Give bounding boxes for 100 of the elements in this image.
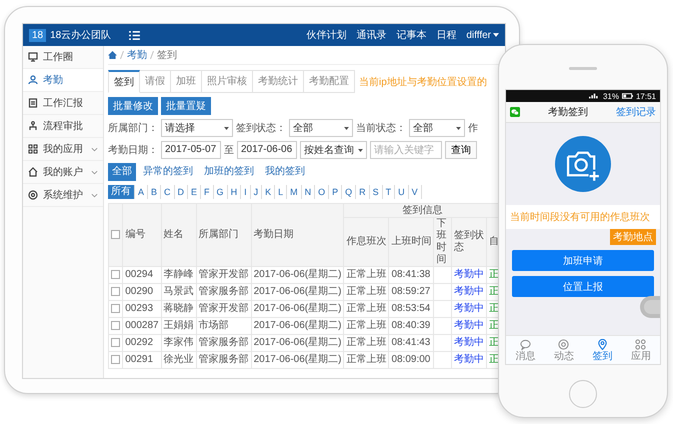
action-button[interactable]: 位置上报 — [512, 276, 654, 297]
caret-icon — [358, 148, 363, 152]
table-cell: 正 — [489, 354, 499, 365]
table-cell: 08:41:43 — [391, 337, 430, 348]
sidebar-item[interactable]: 流程审批 — [23, 115, 103, 138]
action-button[interactable]: 加班申请 — [512, 250, 654, 271]
checkbox[interactable] — [111, 286, 120, 296]
filter-tab[interactable]: 异常的签到 — [139, 163, 197, 181]
letter-filter[interactable]: I — [241, 185, 251, 199]
checkbox[interactable] — [111, 338, 120, 347]
tab-bar-item[interactable]: 消息 — [506, 336, 544, 364]
table-cell: 2017-06-06(星期二) — [254, 286, 342, 297]
breadcrumb-separator-icon — [120, 51, 124, 59]
tab[interactable]: 签到 — [108, 70, 140, 93]
tab-bar-item[interactable]: 应用 — [622, 336, 660, 364]
table-cell: 李静峰 — [164, 269, 194, 280]
checkbox[interactable] — [111, 354, 120, 364]
tab[interactable]: 考勤配置 — [304, 70, 355, 93]
filter-select[interactable]: 请选择 — [161, 119, 233, 137]
letter-filter[interactable]: P — [329, 185, 342, 199]
nav-link[interactable]: 记事本 — [396, 28, 426, 42]
letter-filter[interactable]: O — [315, 185, 330, 199]
column-header: 所属部门 — [198, 229, 239, 240]
letter-filter[interactable]: F — [201, 185, 214, 199]
sidebar-item[interactable]: 考勤 — [23, 69, 103, 92]
home-icon — [28, 167, 38, 177]
chat-app-icon — [510, 107, 520, 117]
checkbox[interactable] — [111, 270, 120, 279]
nav-link[interactable]: 通讯录 — [356, 28, 386, 42]
menu-icon[interactable] — [129, 30, 140, 40]
batch-button[interactable]: 批量置疑 — [161, 97, 211, 115]
letter-filter[interactable]: L — [275, 185, 288, 199]
letter-filter[interactable]: R — [356, 185, 370, 199]
letter-filter[interactable]: D — [174, 185, 188, 199]
letter-filter[interactable]: Q — [342, 185, 356, 199]
batch-button[interactable]: 批量修改 — [108, 97, 158, 115]
records-link[interactable]: 签到记录 — [616, 105, 656, 119]
search-mode-select[interactable]: 按姓名查询 — [300, 141, 367, 159]
letter-filter[interactable]: U — [395, 185, 409, 199]
tab-bar-item[interactable]: 签到 — [583, 336, 622, 364]
camera-add-icon[interactable] — [555, 136, 611, 192]
column-header: 下班时间 — [436, 218, 446, 265]
sidebar-item[interactable]: 系统维护 — [23, 184, 103, 207]
sidebar-item[interactable]: 工作汇报 — [23, 92, 103, 115]
letter-filter[interactable]: S — [370, 185, 383, 199]
date-field[interactable]: 2017-06-06 — [237, 141, 297, 159]
filter-tab[interactable]: 全部 — [108, 163, 136, 181]
user-menu[interactable]: difffer — [466, 30, 499, 40]
filter-label: 当前状态： — [356, 122, 406, 135]
filter-tab[interactable]: 我的签到 — [261, 163, 309, 181]
home-icon[interactable] — [108, 51, 117, 59]
assistive-touch-icon[interactable] — [640, 296, 660, 318]
letter-filter[interactable]: K — [262, 185, 276, 199]
checkbox[interactable] — [111, 304, 120, 313]
sidebar-item[interactable]: 我的账户 — [23, 161, 103, 184]
letter-filter[interactable]: H — [228, 185, 242, 199]
status-text: 考勤中 — [454, 286, 484, 297]
letter-filter[interactable]: G — [214, 185, 228, 199]
column-header: 上班时间 — [391, 236, 432, 247]
table-cell: 管家开发部 — [198, 269, 249, 280]
checkbox[interactable] — [111, 230, 120, 239]
column-header: 自 — [489, 236, 499, 247]
tab[interactable]: 考勤统计 — [253, 70, 304, 93]
chat-icon — [520, 338, 531, 350]
tab[interactable]: 照片审核 — [202, 70, 253, 93]
keyword-field[interactable]: 请输入关键字 — [370, 141, 442, 159]
filter-label: 签到状态： — [236, 122, 286, 135]
filter-select[interactable]: 全部 — [289, 119, 353, 137]
letter-filter[interactable]: C — [161, 185, 175, 199]
letter-filter[interactable]: V — [408, 185, 422, 199]
letter-filter[interactable]: 所有 — [108, 185, 135, 199]
letter-filter[interactable]: J — [250, 185, 262, 199]
table-cell: 正常上班 — [346, 269, 386, 280]
filter-label: 所属部门： — [108, 122, 158, 135]
table-cell: 徐光业 — [164, 354, 194, 365]
checkbox[interactable] — [111, 320, 120, 330]
table-cell: 08:40:39 — [391, 320, 430, 331]
breadcrumb-item[interactable]: 考勤 — [127, 48, 147, 62]
letter-filter[interactable]: T — [382, 185, 396, 199]
home-button[interactable] — [569, 380, 597, 408]
sidebar-item[interactable]: 我的应用 — [23, 138, 103, 161]
tab[interactable]: 请假 — [140, 70, 171, 93]
search-button[interactable]: 查询 — [445, 141, 477, 159]
filter-label: 作 — [468, 122, 478, 135]
table-cell: 08:59:27 — [391, 286, 430, 297]
tab-bar-item[interactable]: 动态 — [544, 336, 583, 364]
app-title: 考勤签到 — [548, 106, 588, 119]
letter-filter[interactable]: M — [287, 185, 302, 199]
tab[interactable]: 加班 — [171, 70, 202, 93]
date-field[interactable]: 2017-05-07 — [161, 141, 221, 159]
letter-filter[interactable]: N — [302, 185, 316, 199]
letter-filter[interactable]: A — [135, 185, 148, 199]
letter-filter[interactable]: B — [148, 185, 162, 199]
breadcrumb-item[interactable]: 签到 — [157, 48, 177, 62]
filter-select[interactable]: 全部 — [409, 119, 465, 137]
letter-filter[interactable]: E — [188, 185, 202, 199]
nav-link[interactable]: 伙伴计划 — [306, 28, 346, 42]
nav-link[interactable]: 日程 — [436, 28, 456, 42]
filter-tab[interactable]: 加班的签到 — [200, 163, 258, 181]
report-icon — [28, 98, 38, 108]
